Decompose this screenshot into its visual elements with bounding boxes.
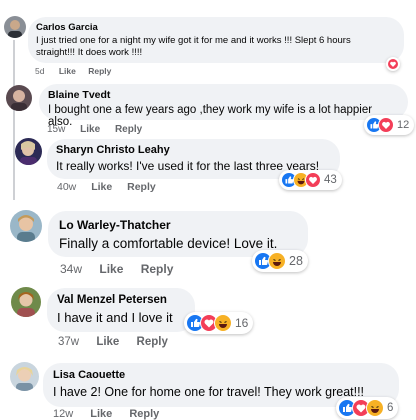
- comment-text: Finally a comfortable device! Love it.: [59, 236, 278, 251]
- comment-time[interactable]: 12w: [53, 408, 73, 420]
- reply-link[interactable]: Reply: [141, 262, 174, 276]
- reaction-count: 43: [324, 174, 337, 186]
- like-link[interactable]: Like: [59, 66, 76, 76]
- haha-icon: [366, 399, 384, 417]
- comment-author[interactable]: Sharyn Christo Leahy: [56, 144, 331, 156]
- reaction-summary[interactable]: 16: [184, 312, 254, 334]
- comment-author[interactable]: Blaine Tvedt: [48, 89, 399, 101]
- love-icon: [387, 58, 399, 70]
- comment-meta: 37w Like Reply: [58, 336, 168, 348]
- comment-meta: 40w Like Reply: [57, 181, 156, 193]
- haha-icon: [214, 314, 232, 332]
- thread-line: [13, 40, 15, 200]
- reply-link[interactable]: Reply: [129, 408, 159, 420]
- comment-text: I have 2! One for home one for travel! T…: [53, 385, 365, 399]
- love-icon: [378, 117, 394, 133]
- like-link[interactable]: Like: [90, 408, 112, 420]
- reaction-count: 28: [289, 254, 303, 268]
- reaction-count: 12: [397, 119, 410, 131]
- reaction-summary[interactable]: 28: [252, 250, 308, 272]
- reply-link[interactable]: Reply: [115, 124, 142, 135]
- avatar[interactable]: [6, 85, 32, 111]
- comment-text: I just tried one for a night my wife got…: [36, 35, 351, 58]
- comment-time[interactable]: 15w: [47, 124, 65, 135]
- reply-link[interactable]: Reply: [127, 181, 156, 193]
- comment-time[interactable]: 5d: [35, 66, 44, 76]
- comment-author[interactable]: Lisa Caouette: [53, 369, 389, 381]
- comment-time[interactable]: 34w: [60, 262, 82, 276]
- comment-meta: 12w Like Reply: [53, 408, 159, 420]
- reply-link[interactable]: Reply: [88, 66, 111, 76]
- avatar[interactable]: [11, 287, 41, 317]
- avatar[interactable]: [10, 362, 39, 391]
- comment-author[interactable]: Lo Warley-Thatcher: [59, 218, 297, 232]
- haha-icon: [268, 252, 286, 270]
- comment-author[interactable]: Val Menzel Petersen: [57, 294, 185, 306]
- comment-text: I have it and I love it: [57, 310, 173, 325]
- like-link[interactable]: Like: [91, 181, 112, 193]
- comment-time[interactable]: 37w: [58, 336, 79, 348]
- avatar[interactable]: [15, 138, 42, 165]
- comment-time[interactable]: 40w: [57, 181, 76, 193]
- comment-bubble: Blaine Tvedt I bought one a few years ag…: [39, 84, 408, 128]
- reaction-count: 6: [387, 402, 394, 414]
- comment-meta: 34w Like Reply: [60, 262, 173, 276]
- like-link[interactable]: Like: [99, 262, 123, 276]
- reaction-summary[interactable]: 43: [279, 170, 342, 190]
- reaction-summary[interactable]: [386, 57, 400, 71]
- reaction-summary[interactable]: 12: [364, 115, 415, 135]
- avatar[interactable]: [4, 16, 26, 38]
- reaction-count: 16: [235, 316, 249, 330]
- comment-author[interactable]: Carlos Garcia: [36, 22, 396, 33]
- like-link[interactable]: Like: [80, 124, 100, 135]
- comment-meta: 5d Like Reply: [35, 66, 111, 76]
- comment-bubble: Val Menzel Petersen I have it and I love…: [47, 288, 195, 332]
- love-icon: [305, 172, 321, 188]
- avatar[interactable]: [10, 210, 42, 242]
- reply-link[interactable]: Reply: [137, 336, 168, 348]
- comment-bubble: Carlos Garcia I just tried one for a nig…: [28, 17, 404, 63]
- comment-meta: 15w Like Reply: [47, 124, 142, 135]
- like-link[interactable]: Like: [96, 336, 119, 348]
